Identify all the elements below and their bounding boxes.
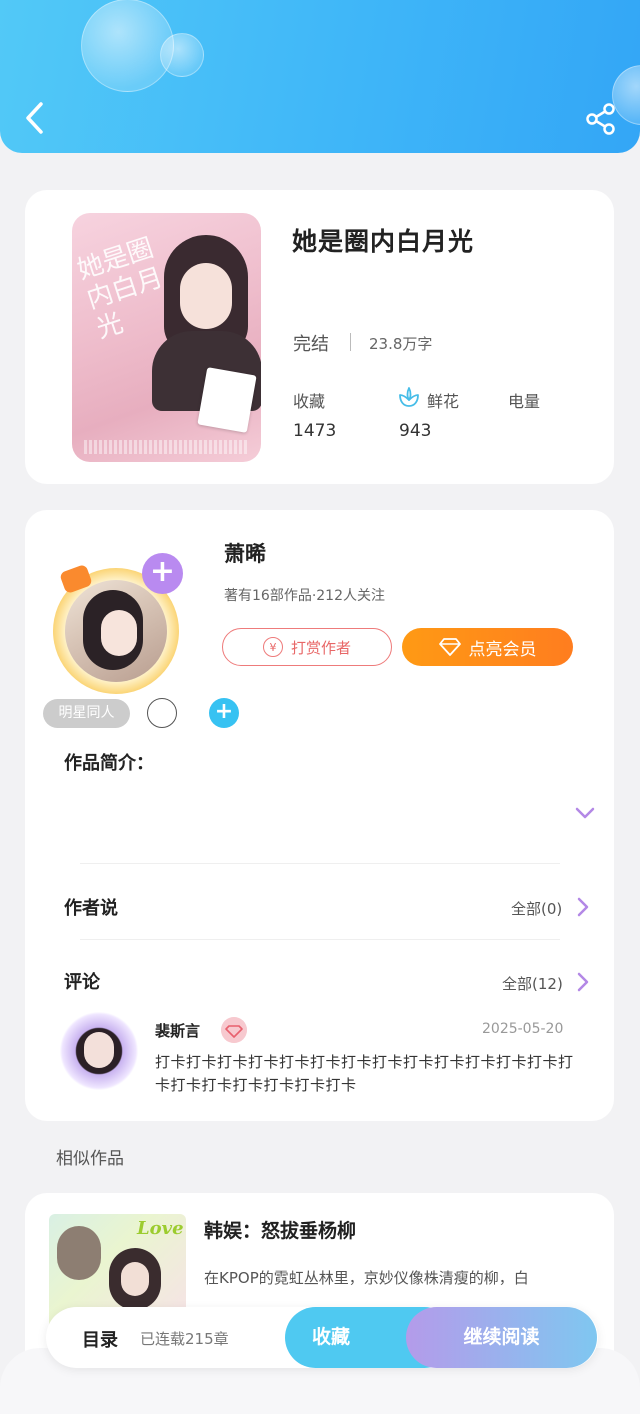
tip-author-label: 打赏作者 bbox=[290, 638, 351, 657]
book-cover[interactable]: 她是圈内白月光 bbox=[72, 213, 261, 462]
back-button[interactable] bbox=[20, 98, 50, 138]
divider bbox=[80, 939, 560, 940]
favorites-label: 收藏 bbox=[293, 392, 326, 411]
cover-art bbox=[84, 440, 249, 454]
share-icon bbox=[586, 103, 615, 135]
author-name[interactable]: 萧晞 bbox=[224, 538, 266, 568]
chapter-count: 已连载215章 bbox=[140, 1330, 229, 1348]
avatar-art bbox=[101, 610, 137, 656]
similar-work-desc: 在KPOP的霓虹丛林里，京妙仪像株清瘦的柳，白 bbox=[204, 1269, 529, 1287]
genre-tag[interactable]: 明星同人 bbox=[43, 699, 130, 728]
cover-art bbox=[57, 1226, 101, 1280]
plus-icon: + bbox=[149, 554, 176, 589]
similar-works-label: 相似作品 bbox=[56, 1149, 124, 1169]
cover-art bbox=[180, 263, 232, 329]
tip-author-button[interactable]: ¥ 打赏作者 bbox=[222, 628, 392, 666]
author-info: 著有16部作品·212人关注 bbox=[224, 588, 385, 604]
share-button[interactable] bbox=[584, 102, 618, 136]
flower-icon bbox=[399, 387, 419, 407]
comment-text: 打卡打卡打卡打卡打卡打卡打卡打卡打卡打卡打卡打卡打卡打卡打卡打卡打卡打卡打卡打卡 bbox=[155, 1053, 574, 1094]
power-label: 电量 bbox=[508, 392, 541, 411]
divider bbox=[350, 333, 351, 351]
word-count: 23.8万字 bbox=[369, 335, 433, 353]
follow-author-button[interactable]: + bbox=[142, 553, 183, 594]
chevron-right-icon[interactable] bbox=[576, 896, 590, 918]
flowers-count: 943 bbox=[399, 421, 432, 441]
bubble-decoration bbox=[160, 33, 204, 77]
author-note-all-link[interactable]: 全部(0) bbox=[511, 898, 562, 919]
cover-art bbox=[121, 1262, 149, 1296]
comments-all-link[interactable]: 全部(12) bbox=[502, 973, 563, 994]
intro-label: 作品简介： bbox=[64, 753, 154, 774]
commenter-name[interactable]: 裴斯言 bbox=[155, 1020, 200, 1041]
continue-reading-button[interactable]: 继续阅读 bbox=[406, 1307, 597, 1368]
cover-art bbox=[197, 367, 257, 433]
cover-love-text: Love bbox=[137, 1218, 184, 1239]
flowers-label: 鲜花 bbox=[427, 392, 460, 411]
bubble-decoration bbox=[81, 0, 174, 92]
comment-date: 2025-05-20 bbox=[482, 1021, 564, 1037]
empty-tag-slot[interactable] bbox=[147, 698, 177, 728]
add-tag-button[interactable]: + bbox=[209, 698, 239, 728]
header-banner bbox=[0, 0, 640, 153]
activate-vip-button[interactable]: 点亮会员 bbox=[402, 628, 573, 666]
diamond-icon bbox=[438, 638, 461, 656]
divider bbox=[80, 863, 560, 864]
activate-vip-label: 点亮会员 bbox=[468, 639, 537, 660]
author-note-label: 作者说 bbox=[64, 898, 118, 919]
back-arrow-icon bbox=[26, 102, 43, 134]
avatar-art bbox=[84, 1032, 114, 1068]
book-status: 完结 bbox=[293, 334, 329, 355]
author-avatar[interactable] bbox=[65, 580, 167, 682]
similar-work-title[interactable]: 韩娱：怒拔垂杨柳 bbox=[204, 1216, 356, 1243]
table-of-contents-button[interactable]: 目录 bbox=[82, 1326, 118, 1352]
book-title: 她是圈内白月光 bbox=[292, 227, 475, 256]
chevron-right-icon[interactable] bbox=[576, 971, 590, 993]
comments-label: 评论 bbox=[64, 972, 100, 993]
plus-icon: + bbox=[214, 699, 234, 724]
chevron-down-icon[interactable] bbox=[574, 806, 596, 820]
favorites-count: 1473 bbox=[293, 421, 337, 441]
yen-icon: ¥ bbox=[262, 637, 283, 657]
vip-badge-icon bbox=[221, 1017, 247, 1043]
